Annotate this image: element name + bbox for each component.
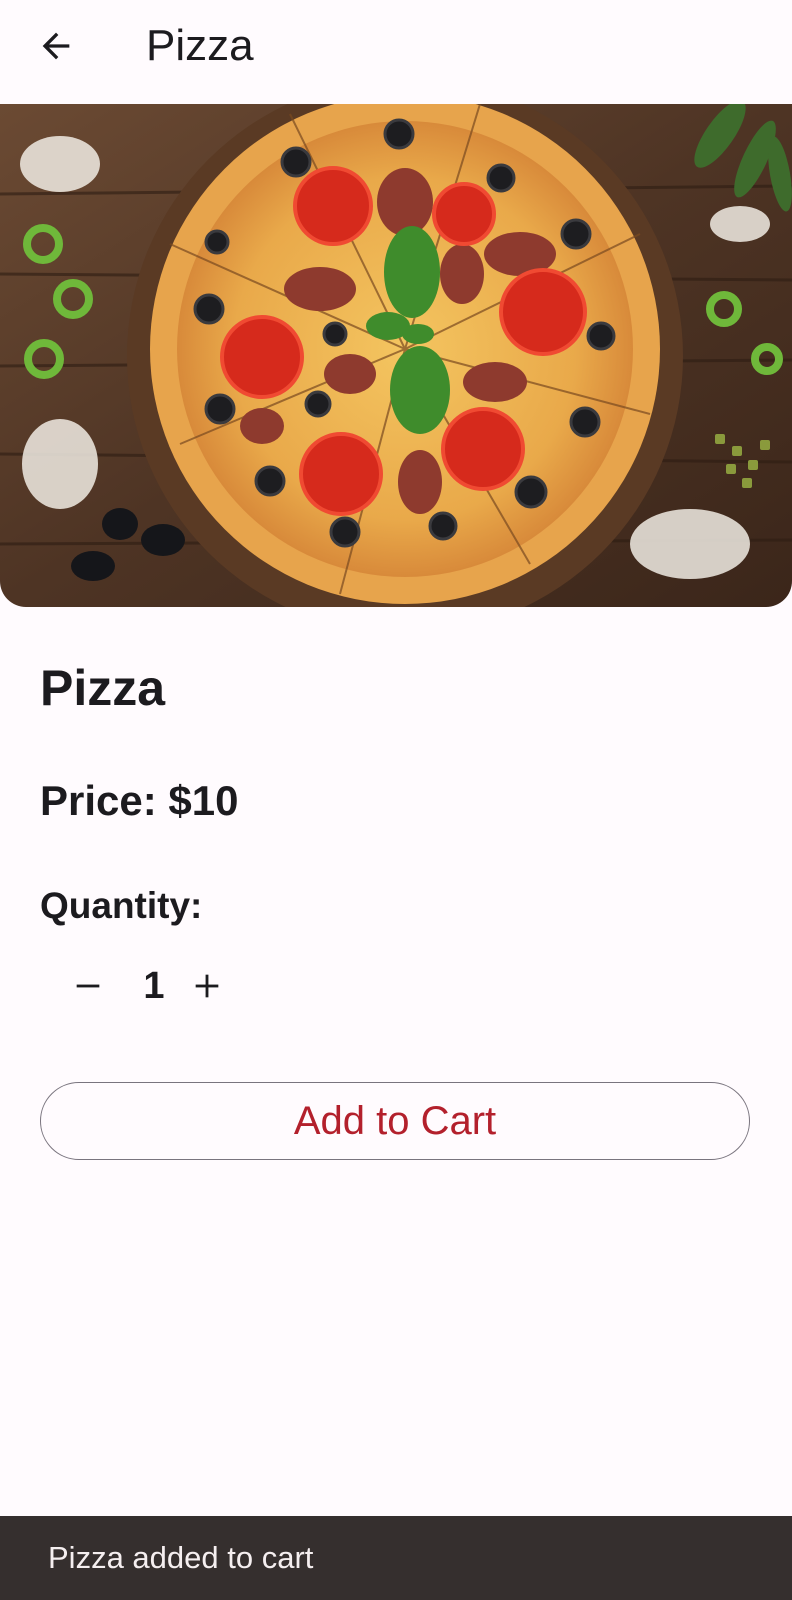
product-price: Price: $10 [40, 777, 239, 824]
snackbar-message: Pizza added to cart [48, 1540, 314, 1575]
decrement-button[interactable] [64, 962, 112, 1010]
back-button[interactable] [28, 18, 84, 74]
arrow-back-icon [42, 32, 70, 60]
top-app-bar: Pizza [0, 0, 792, 104]
increment-button[interactable] [183, 962, 231, 1010]
quantity-stepper: 1 [56, 956, 246, 1016]
product-name: Pizza [40, 660, 166, 716]
add-to-cart-label: Add to Cart [293, 1098, 497, 1143]
product-image [0, 104, 792, 607]
quantity-value: 1 [143, 965, 165, 1007]
add-to-cart-button[interactable]: Add to Cart [40, 1082, 750, 1160]
minus-icon [76, 984, 100, 988]
plus-icon [195, 974, 219, 998]
quantity-label: Quantity: [40, 885, 203, 926]
snackbar: Pizza added to cart [0, 1516, 792, 1600]
app-bar-title: Pizza [146, 21, 254, 70]
